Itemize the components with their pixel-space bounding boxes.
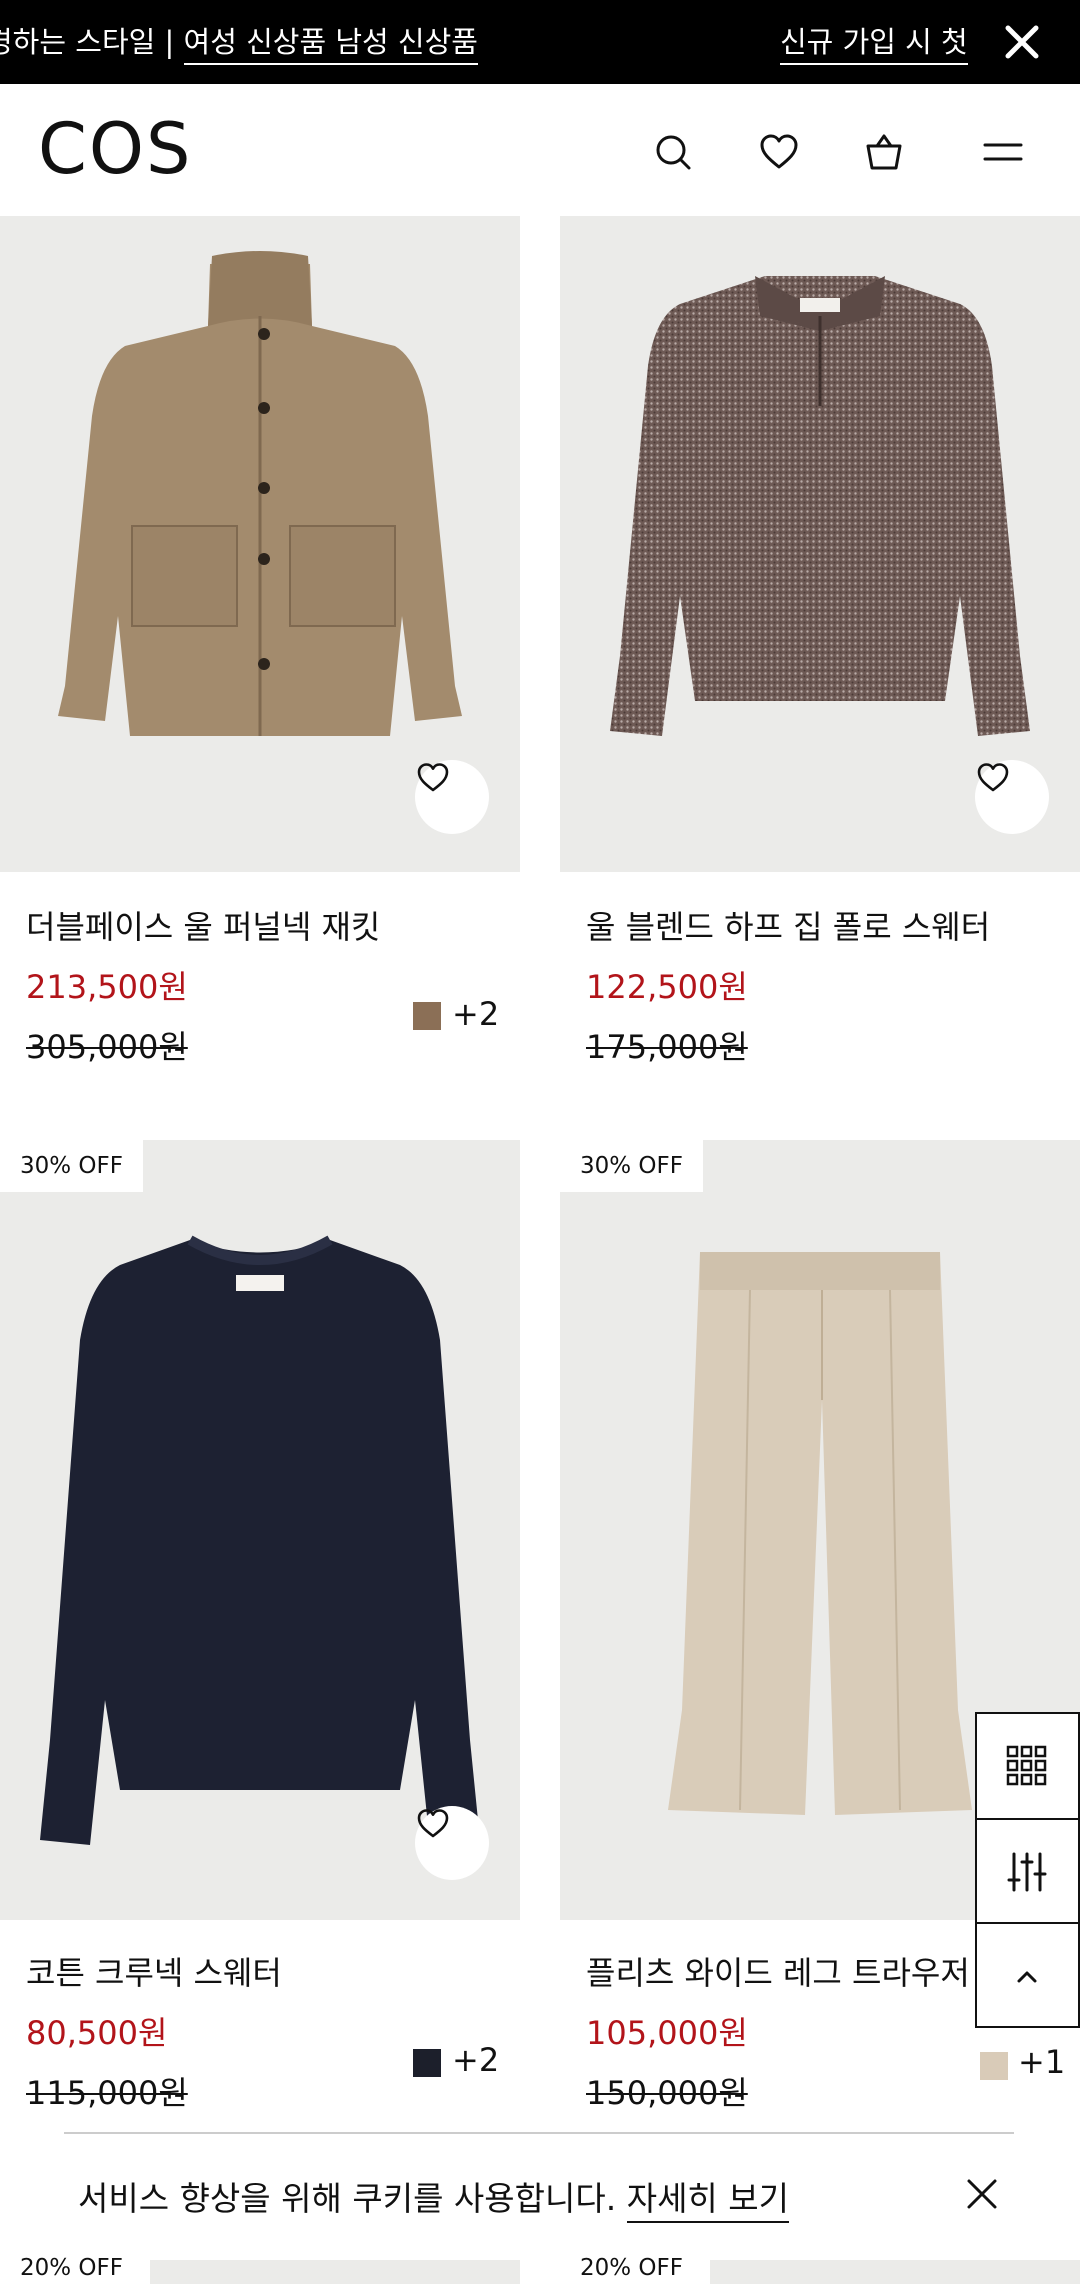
product-name[interactable]: 코튼 크루넥 스웨터 xyxy=(26,1948,282,1994)
product-card[interactable]: 더블페이스 울 퍼널넥 재킷 213,500원 305,000원 +2 xyxy=(0,216,520,1076)
close-icon[interactable] xyxy=(1000,20,1044,64)
original-price: 150,000원 xyxy=(586,2074,748,2112)
product-image[interactable] xyxy=(710,2260,1080,2284)
product-card[interactable]: 20% OFF xyxy=(560,2252,1080,2284)
discount-badge: 20% OFF xyxy=(0,2252,143,2284)
product-name[interactable]: 울 블렌드 하프 집 폴로 스웨터 xyxy=(586,902,990,948)
cos-logo[interactable]: COS xyxy=(38,114,192,184)
cookie-message: 서비스 향상을 위해 쿠키를 사용합니다. 자세히 보기 xyxy=(78,2172,789,2223)
discount-badge: 30% OFF xyxy=(0,1140,143,1192)
divider xyxy=(64,2132,1014,2134)
signup-link-label: 신규 가입 시 첫 xyxy=(780,25,968,65)
original-price: 115,000원 xyxy=(26,2074,188,2112)
announcement-text: 경하는 스타일 | xyxy=(0,25,184,59)
cookie-details-link[interactable]: 자세히 보기 xyxy=(626,2179,789,2223)
product-image[interactable] xyxy=(150,2260,520,2284)
site-header: COS xyxy=(0,84,1080,216)
favorite-button[interactable] xyxy=(415,760,489,834)
cookie-banner: 서비스 향상을 위해 쿠키를 사용합니다. 자세히 보기 xyxy=(0,2132,1080,2252)
sale-price: 105,000원 xyxy=(586,2014,748,2052)
bag-icon[interactable] xyxy=(862,130,906,174)
grid-view-button[interactable] xyxy=(977,1714,1078,1818)
color-swatch[interactable] xyxy=(980,2052,1008,2080)
product-name[interactable]: 플리츠 와이드 레그 트라우저 xyxy=(586,1948,970,1994)
original-price: 305,000원 xyxy=(26,1028,188,1066)
product-image[interactable] xyxy=(0,216,520,872)
sweater-image xyxy=(40,1235,480,1845)
product-card[interactable]: 30% OFF 코튼 크루넥 스웨터 80,500원 115,000원 +2 xyxy=(0,1140,520,2132)
product-card[interactable]: 울 블렌드 하프 집 폴로 스웨터 122,500원 175,000원 xyxy=(560,216,1080,1076)
more-colors-count[interactable]: +1 xyxy=(1018,2043,1065,2081)
product-card[interactable]: 20% OFF xyxy=(0,2252,520,2284)
discount-badge: 20% OFF xyxy=(560,2252,703,2284)
cookie-text: 서비스 향상을 위해 쿠키를 사용합니다. xyxy=(78,2179,627,2218)
new-arrivals-link[interactable]: 여성 신상품 남성 신상품 xyxy=(183,25,478,65)
filter-icon xyxy=(1007,1852,1047,1892)
announcement-marquee: 경하는 스타일 | 여성 신상품 남성 신상품 xyxy=(0,0,640,84)
filter-button[interactable] xyxy=(977,1820,1078,1924)
favorite-button[interactable] xyxy=(415,1806,489,1880)
scroll-top-button[interactable] xyxy=(977,1924,1078,2028)
sale-price: 80,500원 xyxy=(26,2014,168,2052)
sale-price: 213,500원 xyxy=(26,968,188,1006)
sale-price: 122,500원 xyxy=(586,968,748,1006)
product-name[interactable]: 더블페이스 울 퍼널넥 재킷 xyxy=(26,902,380,948)
chevron-up-icon xyxy=(1017,1971,1037,1983)
color-swatch[interactable] xyxy=(413,1002,441,1030)
product-image[interactable] xyxy=(560,216,1080,872)
original-price: 175,000원 xyxy=(586,1028,748,1066)
more-colors-count[interactable]: +2 xyxy=(452,2041,499,2079)
announcement-bar: 경하는 스타일 | 여성 신상품 남성 신상품 신규 가입 시 첫 xyxy=(0,0,1080,84)
menu-icon[interactable] xyxy=(981,130,1025,174)
heart-icon xyxy=(417,763,449,792)
product-image[interactable]: 30% OFF xyxy=(0,1140,520,1920)
signup-link[interactable]: 신규 가입 시 첫 xyxy=(780,0,975,84)
close-icon[interactable] xyxy=(960,2172,1004,2216)
search-icon[interactable] xyxy=(651,130,695,174)
floating-controls xyxy=(975,1712,1080,2028)
grid-view-icon xyxy=(1006,1745,1047,1786)
heart-icon xyxy=(417,1809,449,1838)
heart-icon xyxy=(977,763,1009,792)
heart-icon[interactable] xyxy=(757,130,801,174)
color-swatch[interactable] xyxy=(413,2049,441,2077)
discount-badge: 30% OFF xyxy=(560,1140,703,1192)
more-colors-count[interactable]: +2 xyxy=(452,995,499,1033)
favorite-button[interactable] xyxy=(975,760,1049,834)
